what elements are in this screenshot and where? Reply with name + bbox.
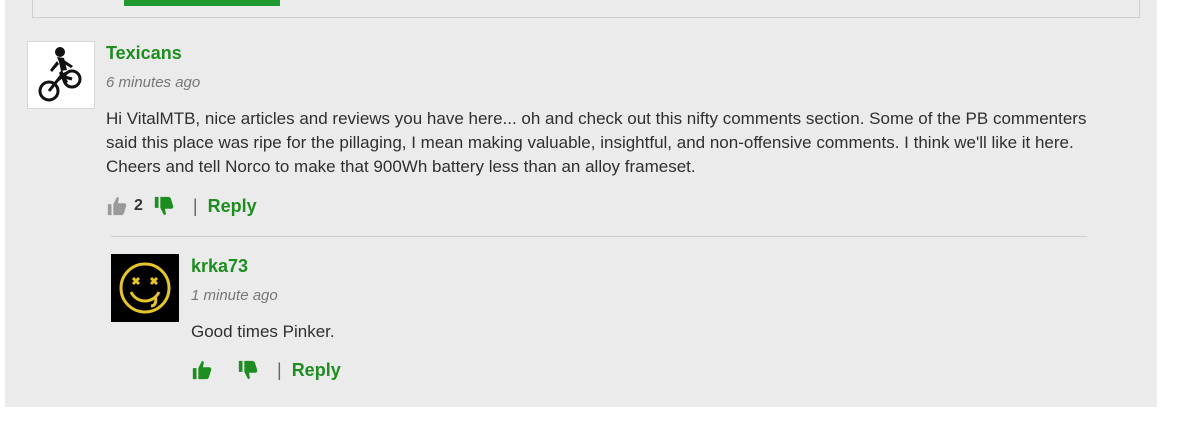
reply-button[interactable]: Reply (208, 196, 257, 217)
comment-timestamp[interactable]: 6 minutes ago (106, 74, 200, 92)
thumbs-down-icon[interactable] (237, 359, 259, 381)
comment-username[interactable]: Texicans (106, 43, 182, 63)
thumbs-up-icon[interactable] (106, 195, 128, 217)
action-separator: | (277, 359, 282, 380)
comment-text: Hi VitalMTB, nice articles and reviews y… (106, 109, 1087, 176)
thumbs-up-icon[interactable] (191, 359, 213, 381)
reply-divider (111, 236, 1087, 237)
action-separator: | (192, 195, 198, 216)
thumbs-down-icon[interactable] (153, 195, 175, 217)
avatar[interactable] (27, 41, 95, 109)
comment-actions: 2 | Reply (106, 193, 257, 219)
smiley-face-icon (111, 254, 179, 322)
comment-actions: | Reply (191, 357, 341, 383)
mountain-biker-icon (28, 42, 94, 108)
comment-username[interactable]: krka73 (191, 256, 248, 276)
submit-button-edge[interactable] (124, 0, 280, 6)
comment-timestamp[interactable]: 1 minute ago (191, 287, 278, 305)
comment-text: Good times Pinker. (191, 322, 335, 341)
upvote-count: 2 (134, 197, 143, 214)
reply-button[interactable]: Reply (292, 360, 341, 381)
avatar[interactable] (111, 254, 179, 322)
